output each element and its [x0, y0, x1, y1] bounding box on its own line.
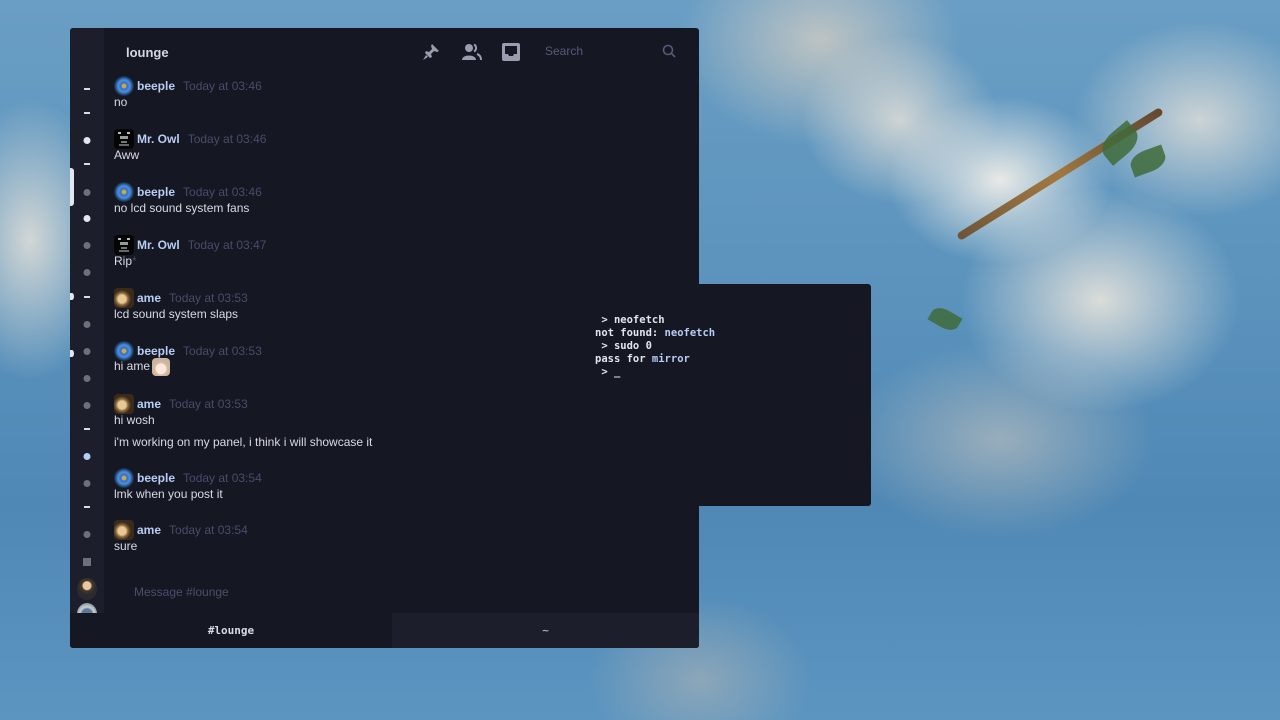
server-folder-icon[interactable] [84, 88, 90, 90]
edited-mark: * [132, 254, 137, 268]
message-text: i'm working on my panel, i think i will … [114, 435, 373, 449]
wallpaper-leaf [1127, 144, 1169, 178]
tab-lounge[interactable]: #lounge [70, 613, 392, 648]
message-text: lmk when you post it [114, 487, 223, 501]
message-text: hi wosh [114, 413, 155, 427]
message-header: beeple Today at 03:54 [114, 468, 262, 488]
wallpaper-leaf [927, 303, 963, 335]
message-timestamp: Today at 03:46 [183, 185, 262, 199]
server-folder-icon[interactable] [84, 296, 90, 298]
message-timestamp: Today at 03:47 [187, 238, 267, 252]
server-square-icon[interactable] [83, 558, 91, 566]
server-icon[interactable] [83, 137, 91, 144]
message-text: lcd sound system slaps [114, 307, 239, 321]
message-author[interactable]: Mr. Owl [137, 238, 180, 252]
message-header: Mr. Owl Today at 03:46 [114, 129, 266, 149]
avatar[interactable] [114, 394, 134, 414]
message-timestamp: Today at 03:53 [169, 397, 248, 411]
message-author[interactable]: Mr. Owl [137, 132, 180, 146]
server-icon[interactable] [83, 269, 91, 276]
unread-indicator [70, 293, 74, 300]
channel-header: lounge Search [104, 28, 699, 76]
avatar[interactable] [114, 468, 134, 488]
server-folder-icon[interactable] [84, 428, 90, 430]
server-icon[interactable] [83, 348, 91, 355]
message-timestamp: Today at 03:53 [183, 344, 262, 358]
terminal-highlight: neofetch [664, 327, 716, 339]
message-author[interactable]: ame [137, 397, 161, 411]
avatar[interactable] [114, 182, 134, 202]
terminal-window[interactable]: > neofetch not found: neofetch > sudo 0 pa… [565, 284, 871, 506]
server-icon[interactable] [83, 215, 91, 222]
server-icon[interactable] [83, 321, 91, 328]
terminal-line: > _ [595, 366, 621, 378]
message-author[interactable]: ame [137, 291, 161, 305]
search-input[interactable]: Search [545, 44, 583, 58]
server-icon[interactable] [83, 453, 91, 460]
message-input[interactable]: Message #lounge [134, 585, 229, 599]
message-text: no lcd sound system fans [114, 201, 250, 215]
avatar[interactable] [114, 288, 134, 308]
server-icon[interactable] [83, 480, 91, 487]
server-icon[interactable] [83, 189, 91, 196]
message-text: Rip* [114, 254, 137, 268]
tab-home[interactable]: ~ [392, 613, 699, 648]
message-author[interactable]: beeple [137, 185, 175, 199]
message-text: sure [114, 539, 138, 553]
terminal-line: > neofetch [595, 314, 665, 326]
message-timestamp: Today at 03:46 [187, 132, 267, 146]
message-timestamp: Today at 03:54 [183, 471, 262, 485]
message-text: no [114, 95, 128, 109]
terminal-highlight: mirror [651, 353, 690, 365]
server-folder-icon[interactable] [84, 506, 90, 508]
message-header: ame Today at 03:53 [114, 394, 248, 414]
message-author[interactable]: beeple [137, 471, 175, 485]
message-text: hi ame [114, 358, 171, 376]
message-text: Aww [114, 148, 140, 162]
custom-emoji-icon [152, 358, 171, 376]
server-avatar-icon[interactable] [77, 578, 97, 600]
message-header: ame Today at 03:54 [114, 520, 248, 540]
server-icon[interactable] [83, 242, 91, 249]
server-icon[interactable] [83, 531, 91, 538]
search-icon[interactable] [662, 44, 676, 58]
avatar[interactable] [114, 235, 134, 255]
avatar[interactable] [114, 129, 134, 149]
server-icon[interactable] [83, 375, 91, 382]
avatar[interactable] [114, 520, 134, 540]
terminal-line: not found: neofetch [595, 327, 716, 339]
unread-indicator [70, 350, 74, 357]
message-timestamp: Today at 03:54 [169, 523, 248, 537]
tab-bar: #lounge ~ [70, 613, 699, 648]
message-header: ame Today at 03:53 [114, 288, 248, 308]
message-timestamp: Today at 03:53 [169, 291, 248, 305]
message-header: Mr. Owl Today at 03:47 [114, 235, 266, 255]
terminal-line: pass for mirror [595, 353, 690, 365]
message-author[interactable]: ame [137, 523, 161, 537]
terminal-line: > sudo 0 [595, 340, 652, 352]
server-icon[interactable] [83, 402, 91, 409]
pin-icon[interactable] [421, 42, 441, 62]
selected-server-indicator [70, 168, 74, 206]
channel-title: lounge [126, 45, 169, 60]
message-author[interactable]: beeple [137, 79, 175, 93]
inbox-icon[interactable] [501, 42, 521, 62]
server-folder-icon[interactable] [84, 163, 90, 165]
message-header: beeple Today at 03:46 [114, 182, 262, 202]
message-author[interactable]: beeple [137, 344, 175, 358]
server-rail [70, 28, 104, 625]
members-icon[interactable] [461, 42, 482, 62]
avatar[interactable] [114, 76, 134, 96]
server-folder-icon[interactable] [84, 112, 90, 114]
message-header: beeple Today at 03:46 [114, 76, 262, 96]
message-timestamp: Today at 03:46 [183, 79, 262, 93]
